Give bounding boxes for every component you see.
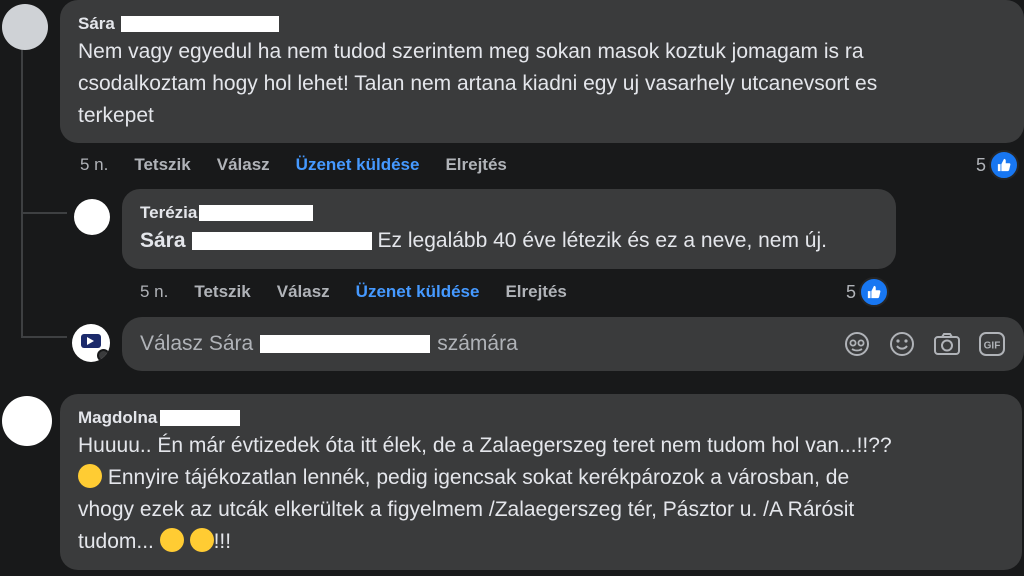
comment-text: Huuuu.. Én már évtizedek óta itt élek, d… <box>78 430 1004 558</box>
reply-time[interactable]: 5 n. <box>140 282 168 302</box>
thinking-emoji <box>78 464 102 488</box>
thread-line <box>21 48 23 338</box>
redacted-name <box>160 410 241 426</box>
reply-button[interactable]: Válasz <box>277 282 330 302</box>
placeholder-prefix: Válasz Sára <box>140 332 254 355</box>
like-icon <box>859 277 890 307</box>
comment-line: csodalkoztam hogy hol lehet! Talan nem a… <box>78 72 878 95</box>
reply-text: Sára Ez legalább 40 éve létezik és ez a … <box>140 225 878 257</box>
comment-text: Nem vagy egyedul ha nem tudod szerintem … <box>78 36 1006 132</box>
reply-author[interactable]: Terézia <box>140 203 197 223</box>
comment-bubble: Magdolna Huuuu.. Én már évtizedek óta it… <box>60 394 1022 570</box>
comment-line: vhogy ezek az utcák elkerültek a figyelm… <box>78 498 855 521</box>
send-message-button[interactable]: Üzenet küldése <box>356 282 480 302</box>
reaction-number: 5 <box>976 154 987 175</box>
page-avatar[interactable] <box>72 324 110 362</box>
mention-link[interactable]: Sára <box>140 225 186 257</box>
smile-emoji <box>159 528 184 552</box>
reply-body: Ez legalább 40 éve létezik és ez a neve,… <box>377 229 827 252</box>
avatar[interactable] <box>2 4 48 50</box>
chevron-down-icon[interactable] <box>97 349 110 362</box>
reply-input[interactable]: Válasz Sára számára GIF <box>122 317 1024 371</box>
redacted-name <box>120 16 279 32</box>
reply-bubble: Terézia Sára Ez legalább 40 éve létezik … <box>122 189 896 269</box>
comment-line: terkepet <box>78 104 154 127</box>
reply-placeholder: Válasz Sára számára <box>140 332 518 356</box>
reaction-number: 5 <box>846 281 857 302</box>
camera-icon[interactable] <box>933 330 961 358</box>
avatar[interactable] <box>74 199 110 235</box>
comment-author[interactable]: Sára <box>78 14 115 34</box>
comment-bubble: Sára Nem vagy egyedul ha nem tudod szeri… <box>60 0 1024 143</box>
reaction-count[interactable]: 5 <box>846 277 890 307</box>
comment-time[interactable]: 5 n. <box>80 155 108 175</box>
placeholder-suffix: számára <box>437 332 518 355</box>
svg-text:GIF: GIF <box>984 341 1001 352</box>
comment-author[interactable]: Magdolna <box>78 408 157 428</box>
comment-line: Huuuu.. Én már évtizedek óta itt élek, d… <box>78 434 892 457</box>
comment-line-text: tudom... <box>78 530 154 553</box>
send-message-button[interactable]: Üzenet küldése <box>296 155 420 175</box>
comment-line: tudom... !!! <box>78 526 1004 558</box>
comment-line-text: Ennyire tájékozatlan lennék, pedig igenc… <box>107 466 850 489</box>
reply-button[interactable]: Válasz <box>217 155 270 175</box>
comment-line: Nem vagy egyedul ha nem tudod szerintem … <box>78 40 864 63</box>
like-icon <box>989 150 1020 180</box>
comment-line: Ennyire tájékozatlan lennék, pedig igenc… <box>78 462 1004 494</box>
like-button[interactable]: Tetszik <box>194 282 250 302</box>
comment-line-end: !!! <box>213 530 232 553</box>
thinking-emoji <box>189 528 214 552</box>
gif-icon[interactable]: GIF <box>978 330 1006 358</box>
redacted-name <box>199 205 314 221</box>
thread-branch <box>21 336 67 338</box>
avatar-sticker-icon[interactable] <box>843 330 871 358</box>
avatar[interactable] <box>2 396 52 446</box>
hide-button[interactable]: Elrejtés <box>445 155 506 175</box>
reply-actions: 5 n. Tetszik Válasz Üzenet küldése Elrej… <box>140 280 593 304</box>
reaction-count[interactable]: 5 <box>976 150 1020 180</box>
emoji-icon[interactable] <box>888 330 916 358</box>
hide-button[interactable]: Elrejtés <box>505 282 566 302</box>
redacted-name <box>191 232 372 250</box>
thread-branch <box>21 212 67 214</box>
like-button[interactable]: Tetszik <box>134 155 190 175</box>
comment-actions: 5 n. Tetszik Válasz Üzenet küldése Elrej… <box>80 153 533 177</box>
redacted-name <box>260 335 431 353</box>
